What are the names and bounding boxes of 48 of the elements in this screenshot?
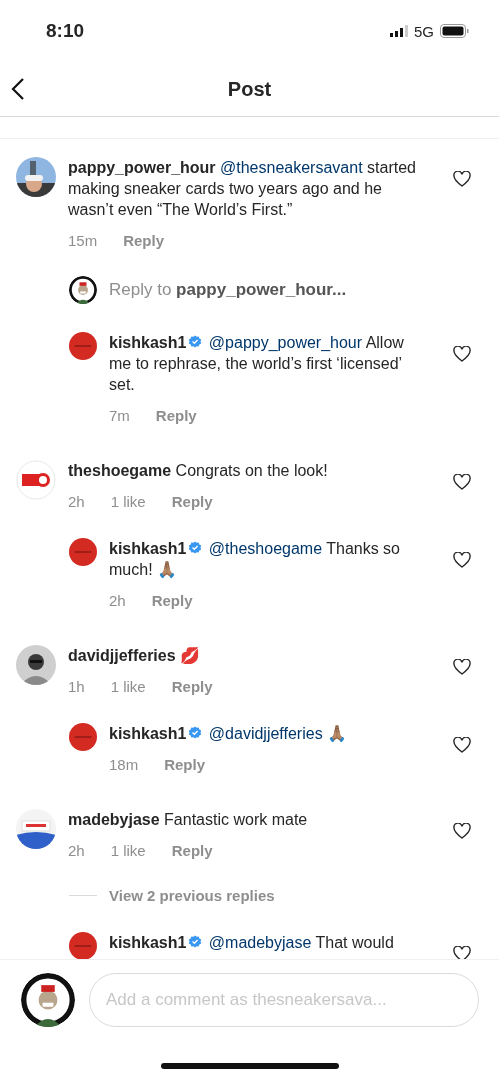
username-link[interactable]: kishkash1 bbox=[109, 934, 187, 951]
timestamp: 2h bbox=[68, 493, 85, 510]
heart-icon[interactable] bbox=[453, 737, 471, 753]
comment-input[interactable]: Add a comment as thesneakersava... bbox=[89, 973, 479, 1027]
verified-badge-icon bbox=[188, 726, 203, 740]
username-link[interactable]: davidjjefferies bbox=[68, 647, 176, 664]
comment-text: kishkash1 @pappy_power_hour Allow me to rephrase, the world’s first ‘licensed’ set. bbox=[109, 333, 405, 395]
comment-text: theshoegame Congrats on the look! bbox=[68, 461, 329, 481]
page-title: Post bbox=[227, 77, 272, 101]
heart-icon[interactable] bbox=[453, 946, 471, 959]
timestamp: 18m bbox=[109, 756, 139, 773]
username-link[interactable]: kishkash1 bbox=[109, 725, 187, 742]
mention-link[interactable]: @davidjjefferies bbox=[208, 725, 323, 742]
network-label: 5G bbox=[414, 22, 434, 40]
heart-icon[interactable] bbox=[453, 171, 471, 187]
heart-icon[interactable] bbox=[453, 346, 471, 362]
status-time: 8:10 bbox=[46, 20, 86, 42]
verified-badge-icon bbox=[188, 935, 203, 949]
mention-link[interactable]: @madebyjase bbox=[208, 934, 312, 951]
heart-icon[interactable] bbox=[453, 552, 471, 568]
verified-badge-icon bbox=[188, 541, 203, 555]
verified-badge-icon bbox=[188, 335, 203, 349]
username-link[interactable]: kishkash1 bbox=[109, 540, 187, 557]
comment-text: davidjjefferies 💋 bbox=[68, 646, 202, 666]
heart-icon[interactable] bbox=[453, 659, 471, 675]
signal-icon bbox=[390, 25, 408, 37]
mention-link[interactable]: @thesneakersavant bbox=[220, 159, 363, 176]
timestamp: 7m bbox=[109, 407, 130, 424]
timestamp: 2h bbox=[68, 842, 85, 859]
heart-icon[interactable] bbox=[453, 823, 471, 839]
comment-text: pappy_power_hour @thesneakersavant started making sneaker cards two years ago and he wasn’t even “The World’s First.” bbox=[68, 158, 417, 220]
back-icon[interactable] bbox=[10, 77, 26, 101]
username-link[interactable]: theshoegame bbox=[68, 462, 172, 479]
comment-text: kishkash1 @madebyjase That would bbox=[109, 933, 395, 953]
reply-prompt[interactable]: Reply to pappy_power_hour... bbox=[109, 280, 347, 300]
timestamp: 1h bbox=[68, 678, 85, 695]
heart-icon[interactable] bbox=[453, 474, 471, 490]
timestamp: 15m bbox=[68, 232, 98, 249]
timestamp: 2h bbox=[109, 592, 126, 609]
mention-link[interactable]: @pappy_power_hour bbox=[208, 334, 363, 351]
mention-link[interactable]: @theshoegame bbox=[208, 540, 323, 557]
comment-text: kishkash1 @davidjjefferies 🙏🏽 bbox=[109, 724, 349, 744]
battery-icon bbox=[440, 24, 469, 38]
username-link[interactable]: madebyjase bbox=[68, 811, 160, 828]
comment-text: kishkash1 @theshoegame Thanks so much! 🙏🏽 bbox=[109, 539, 401, 580]
username-link[interactable]: kishkash1 bbox=[109, 334, 187, 351]
comment-text: madebyjase Fantastic work mate bbox=[68, 810, 309, 830]
username-link[interactable]: pappy_power_hour bbox=[68, 159, 216, 176]
